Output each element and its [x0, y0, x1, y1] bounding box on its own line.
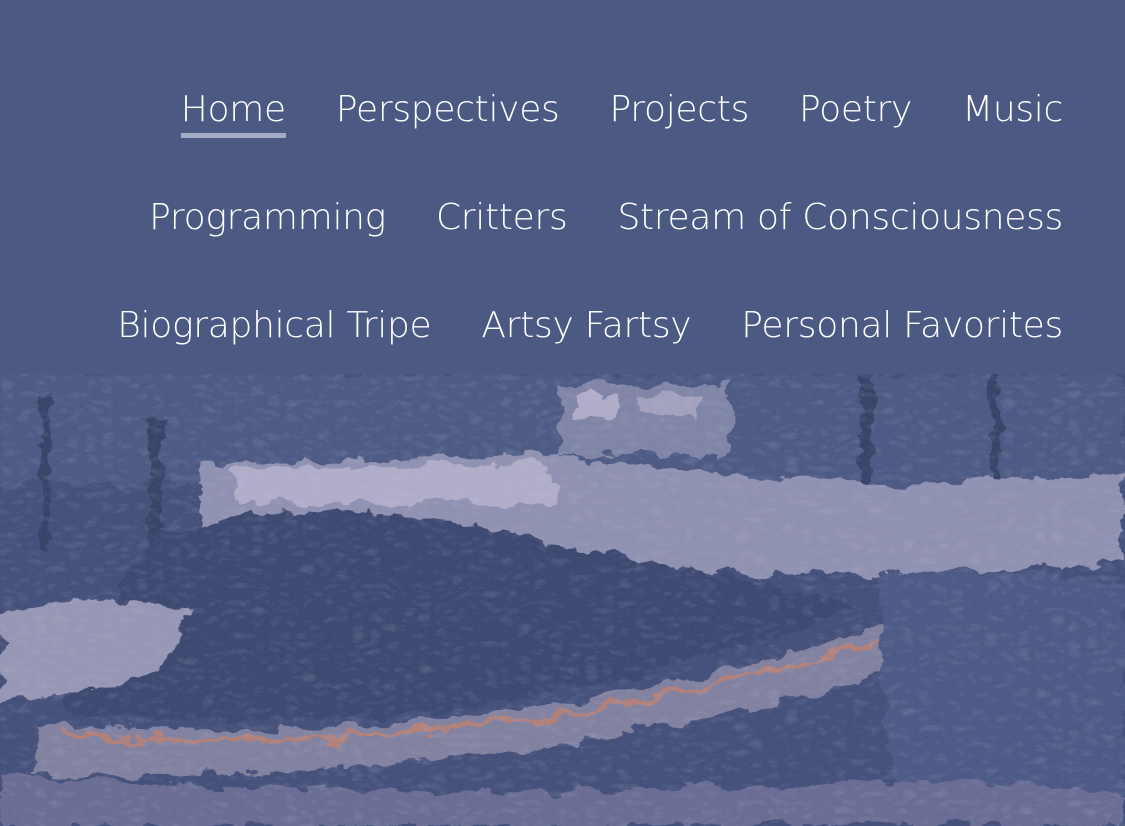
- hero-painting: [0, 374, 1125, 826]
- nav-row-3: Biographical Tripe Artsy Fartsy Personal…: [117, 300, 1063, 352]
- nav-link-critters[interactable]: Critters: [436, 192, 568, 244]
- nav-link-poetry[interactable]: Poetry: [799, 84, 912, 136]
- nav-link-projects[interactable]: Projects: [610, 84, 750, 136]
- nav-link-stream-of-consciousness[interactable]: Stream of Consciousness: [617, 192, 1063, 244]
- nav-link-biographical-tripe[interactable]: Biographical Tripe: [117, 300, 431, 352]
- nav-row-1: Home Perspectives Projects Poetry Music: [180, 84, 1063, 138]
- page: Home Perspectives Projects Poetry Music …: [0, 0, 1125, 826]
- site-navigation: Home Perspectives Projects Poetry Music …: [0, 0, 1125, 374]
- nav-link-home[interactable]: Home: [180, 84, 286, 138]
- nav-link-music[interactable]: Music: [962, 84, 1063, 136]
- nav-row-2: Programming Critters Stream of Conscious…: [149, 192, 1063, 244]
- hero-image: [0, 374, 1125, 826]
- nav-link-artsy-fartsy[interactable]: Artsy Fartsy: [481, 300, 691, 352]
- nav-link-perspectives[interactable]: Perspectives: [336, 84, 560, 136]
- nav-link-personal-favorites[interactable]: Personal Favorites: [741, 300, 1063, 352]
- nav-link-programming[interactable]: Programming: [149, 192, 386, 244]
